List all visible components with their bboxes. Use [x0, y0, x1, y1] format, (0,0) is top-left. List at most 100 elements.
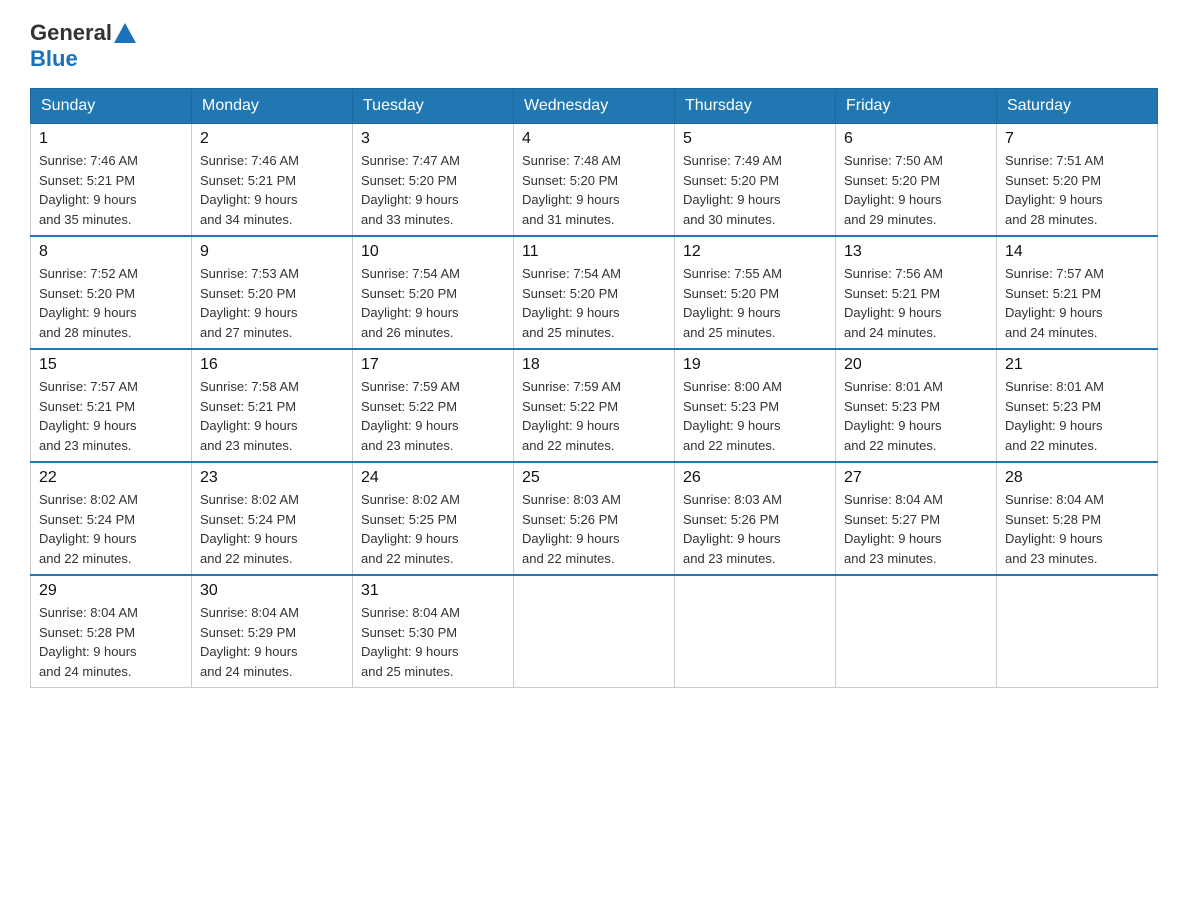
- day-number: 29: [39, 582, 183, 600]
- day-number: 30: [200, 582, 344, 600]
- day-info: Sunrise: 7:57 AMSunset: 5:21 PMDaylight:…: [1005, 264, 1149, 342]
- day-number: 13: [844, 243, 988, 261]
- day-number: 24: [361, 469, 505, 487]
- calendar-cell: 11 Sunrise: 7:54 AMSunset: 5:20 PMDayligh…: [514, 236, 675, 349]
- weekday-header-saturday: Saturday: [997, 89, 1158, 124]
- day-number: 25: [522, 469, 666, 487]
- calendar-cell: 21 Sunrise: 8:01 AMSunset: 5:23 PMDayligh…: [997, 349, 1158, 462]
- day-info: Sunrise: 7:47 AMSunset: 5:20 PMDaylight:…: [361, 151, 505, 229]
- calendar-cell: 16Sunrise: 7:58 AMSunset: 5:21 PMDayligh…: [192, 349, 353, 462]
- calendar-cell: [514, 575, 675, 688]
- day-info: Sunrise: 7:46 AMSunset: 5:21 PMDaylight:…: [39, 151, 183, 229]
- calendar-week-row: 8Sunrise: 7:52 AMSunset: 5:20 PMDaylight…: [31, 236, 1158, 349]
- day-number: 19: [683, 356, 827, 374]
- weekday-header-row: SundayMondayTuesdayWednesdayThursdayFrid…: [31, 89, 1158, 124]
- day-info: Sunrise: 8:01 AMSunset: 5:23 PMDaylight:…: [1005, 377, 1149, 455]
- day-info: Sunrise: 7:56 AMSunset: 5:21 PMDaylight:…: [844, 264, 988, 342]
- day-info: Sunrise: 8:02 AMSunset: 5:25 PMDaylight:…: [361, 490, 505, 568]
- day-number: 9: [200, 243, 344, 261]
- calendar-cell: 20Sunrise: 8:01 AMSunset: 5:23 PMDayligh…: [836, 349, 997, 462]
- day-info: Sunrise: 8:04 AMSunset: 5:30 PMDaylight:…: [361, 603, 505, 681]
- day-info: Sunrise: 7:51 AMSunset: 5:20 PMDaylight:…: [1005, 151, 1149, 229]
- calendar-cell: [836, 575, 997, 688]
- calendar-cell: 8Sunrise: 7:52 AMSunset: 5:20 PMDaylight…: [31, 236, 192, 349]
- day-number: 2: [200, 130, 344, 148]
- calendar-cell: 14 Sunrise: 7:57 AMSunset: 5:21 PMDayligh…: [997, 236, 1158, 349]
- day-number: 21: [1005, 356, 1149, 374]
- calendar-cell: 24 Sunrise: 8:02 AMSunset: 5:25 PMDayligh…: [353, 462, 514, 575]
- day-number: 10: [361, 243, 505, 261]
- day-info: Sunrise: 7:59 AMSunset: 5:22 PMDaylight:…: [361, 377, 505, 455]
- day-number: 16: [200, 356, 344, 374]
- calendar-cell: 22Sunrise: 8:02 AMSunset: 5:24 PMDayligh…: [31, 462, 192, 575]
- calendar-cell: 17 Sunrise: 7:59 AMSunset: 5:22 PMDayligh…: [353, 349, 514, 462]
- page-header: General Blue: [30, 20, 1158, 72]
- day-number: 3: [361, 130, 505, 148]
- day-info: Sunrise: 7:55 AMSunset: 5:20 PMDaylight:…: [683, 264, 827, 342]
- calendar-cell: 1 Sunrise: 7:46 AMSunset: 5:21 PMDaylight…: [31, 124, 192, 237]
- calendar-cell: 26 Sunrise: 8:03 AMSunset: 5:26 PMDayligh…: [675, 462, 836, 575]
- day-info: Sunrise: 8:04 AMSunset: 5:28 PMDaylight:…: [39, 603, 183, 681]
- calendar-cell: 19 Sunrise: 8:00 AMSunset: 5:23 PMDayligh…: [675, 349, 836, 462]
- calendar-cell: 25 Sunrise: 8:03 AMSunset: 5:26 PMDayligh…: [514, 462, 675, 575]
- day-info: Sunrise: 7:59 AMSunset: 5:22 PMDaylight:…: [522, 377, 666, 455]
- day-number: 27: [844, 469, 988, 487]
- day-number: 6: [844, 130, 988, 148]
- calendar-cell: 30Sunrise: 8:04 AMSunset: 5:29 PMDayligh…: [192, 575, 353, 688]
- day-number: 5: [683, 130, 827, 148]
- calendar-cell: 6 Sunrise: 7:50 AMSunset: 5:20 PMDaylight…: [836, 124, 997, 237]
- day-number: 17: [361, 356, 505, 374]
- calendar-week-row: 29 Sunrise: 8:04 AMSunset: 5:28 PMDayligh…: [31, 575, 1158, 688]
- calendar-cell: 4Sunrise: 7:48 AMSunset: 5:20 PMDaylight…: [514, 124, 675, 237]
- day-info: Sunrise: 7:54 AMSunset: 5:20 PMDaylight:…: [361, 264, 505, 342]
- weekday-header-sunday: Sunday: [31, 89, 192, 124]
- calendar-cell: [997, 575, 1158, 688]
- weekday-header-monday: Monday: [192, 89, 353, 124]
- calendar-cell: 28Sunrise: 8:04 AMSunset: 5:28 PMDayligh…: [997, 462, 1158, 575]
- day-number: 20: [844, 356, 988, 374]
- day-info: Sunrise: 8:00 AMSunset: 5:23 PMDaylight:…: [683, 377, 827, 455]
- day-number: 11: [522, 243, 666, 261]
- weekday-header-friday: Friday: [836, 89, 997, 124]
- day-info: Sunrise: 7:53 AMSunset: 5:20 PMDaylight:…: [200, 264, 344, 342]
- calendar-cell: 23 Sunrise: 8:02 AMSunset: 5:24 PMDayligh…: [192, 462, 353, 575]
- day-info: Sunrise: 7:50 AMSunset: 5:20 PMDaylight:…: [844, 151, 988, 229]
- calendar-cell: 15 Sunrise: 7:57 AMSunset: 5:21 PMDayligh…: [31, 349, 192, 462]
- day-info: Sunrise: 8:04 AMSunset: 5:27 PMDaylight:…: [844, 490, 988, 568]
- weekday-header-tuesday: Tuesday: [353, 89, 514, 124]
- day-info: Sunrise: 7:48 AMSunset: 5:20 PMDaylight:…: [522, 151, 666, 229]
- calendar-week-row: 1 Sunrise: 7:46 AMSunset: 5:21 PMDaylight…: [31, 124, 1158, 237]
- logo-triangle-icon: [114, 23, 136, 43]
- calendar-cell: 2Sunrise: 7:46 AMSunset: 5:21 PMDaylight…: [192, 124, 353, 237]
- calendar-table: SundayMondayTuesdayWednesdayThursdayFrid…: [30, 88, 1158, 688]
- logo: General Blue: [30, 20, 136, 72]
- logo-general-text: General: [30, 20, 112, 46]
- calendar-cell: 27 Sunrise: 8:04 AMSunset: 5:27 PMDayligh…: [836, 462, 997, 575]
- day-number: 15: [39, 356, 183, 374]
- day-number: 14: [1005, 243, 1149, 261]
- calendar-cell: 29 Sunrise: 8:04 AMSunset: 5:28 PMDayligh…: [31, 575, 192, 688]
- day-number: 1: [39, 130, 183, 148]
- calendar-cell: 31 Sunrise: 8:04 AMSunset: 5:30 PMDayligh…: [353, 575, 514, 688]
- weekday-header-wednesday: Wednesday: [514, 89, 675, 124]
- day-info: Sunrise: 7:54 AMSunset: 5:20 PMDaylight:…: [522, 264, 666, 342]
- calendar-cell: 18 Sunrise: 7:59 AMSunset: 5:22 PMDayligh…: [514, 349, 675, 462]
- day-number: 23: [200, 469, 344, 487]
- calendar-week-row: 22Sunrise: 8:02 AMSunset: 5:24 PMDayligh…: [31, 462, 1158, 575]
- day-info: Sunrise: 8:02 AMSunset: 5:24 PMDaylight:…: [39, 490, 183, 568]
- day-info: Sunrise: 7:49 AMSunset: 5:20 PMDaylight:…: [683, 151, 827, 229]
- calendar-cell: 9 Sunrise: 7:53 AMSunset: 5:20 PMDaylight…: [192, 236, 353, 349]
- day-info: Sunrise: 7:52 AMSunset: 5:20 PMDaylight:…: [39, 264, 183, 342]
- day-info: Sunrise: 8:02 AMSunset: 5:24 PMDaylight:…: [200, 490, 344, 568]
- day-number: 26: [683, 469, 827, 487]
- day-info: Sunrise: 8:03 AMSunset: 5:26 PMDaylight:…: [522, 490, 666, 568]
- day-number: 31: [361, 582, 505, 600]
- calendar-cell: [675, 575, 836, 688]
- calendar-cell: 7Sunrise: 7:51 AMSunset: 5:20 PMDaylight…: [997, 124, 1158, 237]
- day-number: 18: [522, 356, 666, 374]
- calendar-week-row: 15 Sunrise: 7:57 AMSunset: 5:21 PMDayligh…: [31, 349, 1158, 462]
- day-info: Sunrise: 7:57 AMSunset: 5:21 PMDaylight:…: [39, 377, 183, 455]
- day-info: Sunrise: 8:04 AMSunset: 5:28 PMDaylight:…: [1005, 490, 1149, 568]
- day-info: Sunrise: 8:03 AMSunset: 5:26 PMDaylight:…: [683, 490, 827, 568]
- calendar-cell: 12Sunrise: 7:55 AMSunset: 5:20 PMDayligh…: [675, 236, 836, 349]
